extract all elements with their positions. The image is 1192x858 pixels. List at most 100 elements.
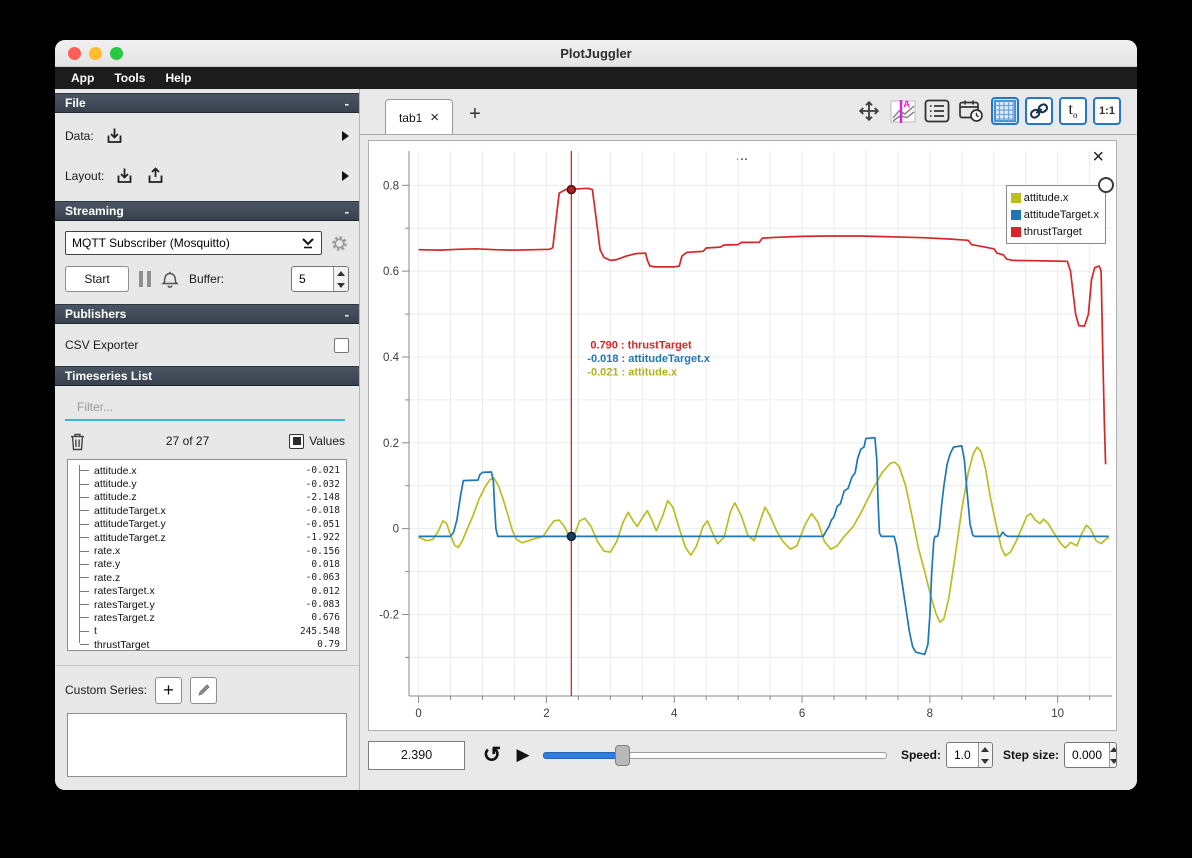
legend-swatch — [1010, 226, 1021, 237]
timeseries-row[interactable]: attitude.z -2.148 — [68, 491, 340, 504]
values-label: Values — [309, 434, 345, 448]
menu-item-help[interactable]: Help — [157, 69, 199, 87]
spin-up-button[interactable] — [334, 267, 348, 279]
svg-text:0.6: 0.6 — [383, 266, 399, 278]
timeseries-value: -0.156 — [305, 545, 340, 557]
streaming-source-select[interactable]: MQTT Subscriber (Mosquitto) — [65, 231, 322, 255]
timeseries-row[interactable]: rate.x -0.156 — [68, 544, 340, 557]
save-layout-icon[interactable] — [145, 166, 166, 187]
data-expand-arrow[interactable] — [342, 131, 349, 141]
bell-icon[interactable] — [161, 269, 179, 289]
timeseries-row[interactable]: attitudeTarget.y -0.051 — [68, 518, 340, 531]
section-header-timeseries[interactable]: Timeseries List — [55, 366, 359, 386]
timeseries-row[interactable]: attitudeTarget.x -0.018 — [68, 504, 340, 517]
load-layout-icon[interactable] — [114, 166, 135, 187]
spin-down-button[interactable] — [978, 755, 992, 767]
legend-item[interactable]: attitude.x — [1010, 189, 1099, 206]
timeseries-row[interactable]: t 245.548 — [68, 625, 340, 638]
date-time-button[interactable] — [957, 97, 985, 125]
plot-legend[interactable]: attitude.x attitudeTarget.x thrustTarget — [1005, 177, 1114, 244]
gear-icon[interactable] — [330, 234, 349, 253]
timeseries-name: attitude.z — [94, 491, 137, 504]
load-data-icon[interactable] — [104, 126, 125, 147]
add-custom-series-button[interactable]: + — [155, 676, 183, 704]
slider-thumb[interactable] — [615, 745, 631, 766]
spin-down-button[interactable] — [334, 279, 348, 291]
timeseries-name: attitudeTarget.x — [94, 504, 166, 517]
plot-panel[interactable]: ... × 0 2 4 6 8 10 -0.2 0 0.2 0.4 0.6 0.8 0.790 : t… — [368, 140, 1117, 731]
section-header-streaming[interactable]: Streaming - — [55, 201, 359, 221]
timeseries-value: 0.79 — [317, 639, 340, 651]
pan-zoom-button[interactable] — [855, 97, 883, 125]
svg-text:0.2: 0.2 — [383, 438, 399, 450]
svg-text:0.8: 0.8 — [383, 180, 399, 192]
collapse-icon[interactable]: - — [345, 96, 349, 111]
buffer-spinbox[interactable]: 5 — [291, 266, 349, 292]
legend-handle-icon[interactable] — [1098, 177, 1114, 193]
svg-text:A: A — [904, 99, 911, 109]
new-tab-button[interactable]: + — [462, 103, 488, 126]
timeseries-name: ratesTarget.y — [94, 598, 155, 611]
layout-expand-arrow[interactable] — [342, 171, 349, 181]
timeseries-row[interactable]: ratesTarget.x 0.012 — [68, 585, 340, 598]
timeseries-row[interactable]: attitudeTarget.z -1.922 — [68, 531, 340, 544]
edit-custom-series-button[interactable] — [190, 676, 218, 704]
play-button[interactable]: ▶ — [511, 745, 535, 765]
legend-item[interactable]: attitudeTarget.x — [1010, 206, 1099, 223]
timeseries-row[interactable]: ratesTarget.y -0.083 — [68, 598, 340, 611]
list-view-button[interactable] — [923, 97, 951, 125]
collapse-icon[interactable]: - — [345, 307, 349, 322]
custom-series-list[interactable] — [67, 713, 347, 777]
timeseries-row[interactable]: attitude.y -0.032 — [68, 477, 340, 490]
csv-exporter-checkbox[interactable] — [334, 337, 349, 353]
maximize-window-button[interactable] — [110, 47, 123, 60]
time-offset-button[interactable]: to — [1059, 97, 1087, 125]
window-title: PlotJuggler — [560, 46, 632, 61]
speed-value[interactable]: 1.0 — [947, 743, 978, 767]
timeseries-name: rate.x — [94, 545, 121, 558]
spin-up-button[interactable] — [978, 743, 992, 755]
trash-icon[interactable] — [69, 432, 86, 451]
tab-tab1[interactable]: tab1 × — [385, 99, 453, 135]
spin-down-button[interactable] — [1110, 755, 1116, 767]
left-sidebar: File - Data: Layout: Streaming - MQTT Su… — [55, 89, 360, 790]
filter-input[interactable] — [65, 396, 345, 421]
legend-item[interactable]: thrustTarget — [1010, 223, 1099, 240]
values-checkbox[interactable] — [289, 433, 305, 449]
buffer-value[interactable]: 5 — [292, 267, 333, 291]
link-axes-button[interactable] — [1025, 97, 1053, 125]
timeline-slider[interactable] — [543, 745, 887, 766]
speed-spinbox[interactable]: 1.0 — [945, 742, 993, 768]
close-window-button[interactable] — [68, 47, 81, 60]
step-size-value[interactable]: 0.000 — [1065, 743, 1109, 767]
menu-bar: App Tools Help — [55, 67, 1137, 89]
collapse-icon[interactable]: - — [345, 204, 349, 219]
chart-canvas[interactable]: 0 2 4 6 8 10 -0.2 0 0.2 0.4 0.6 0.8 0.790 : thrustT… — [369, 141, 1116, 730]
legend-swatch — [1010, 209, 1021, 220]
buffer-label: Buffer: — [189, 272, 225, 286]
tab-close-icon[interactable]: × — [430, 110, 439, 125]
current-time-field[interactable]: 2.390 — [368, 740, 465, 770]
minimize-window-button[interactable] — [89, 47, 102, 60]
menu-item-tools[interactable]: Tools — [106, 69, 153, 87]
menu-item-app[interactable]: App — [63, 69, 102, 87]
spin-up-button[interactable] — [1110, 743, 1116, 755]
loop-button[interactable]: ↺ — [479, 742, 505, 768]
section-header-file[interactable]: File - — [55, 93, 359, 113]
timeseries-row[interactable]: rate.z -0.063 — [68, 571, 340, 584]
timeseries-section-title: Timeseries List — [65, 369, 153, 383]
grid-layout-button[interactable] — [991, 97, 1019, 125]
section-header-publishers[interactable]: Publishers - — [55, 304, 359, 324]
timeseries-row[interactable]: attitude.x -0.021 — [68, 464, 340, 477]
start-button[interactable]: Start — [65, 266, 129, 292]
streaming-controls-row: Start Buffer: 5 — [55, 265, 359, 293]
layout-row: Layout: — [55, 161, 359, 191]
tracker-style-button[interactable]: A — [889, 97, 917, 125]
timeseries-row[interactable]: rate.y 0.018 — [68, 558, 340, 571]
step-size-spinbox[interactable]: 0.000 — [1064, 742, 1117, 768]
ratio-button[interactable]: 1:1 — [1093, 97, 1121, 125]
timeseries-row[interactable]: ratesTarget.z 0.676 — [68, 611, 340, 624]
timeseries-name: rate.z — [94, 571, 121, 584]
pause-icon[interactable] — [139, 271, 151, 287]
timeseries-row[interactable]: thrustTarget 0.79 — [68, 638, 340, 651]
